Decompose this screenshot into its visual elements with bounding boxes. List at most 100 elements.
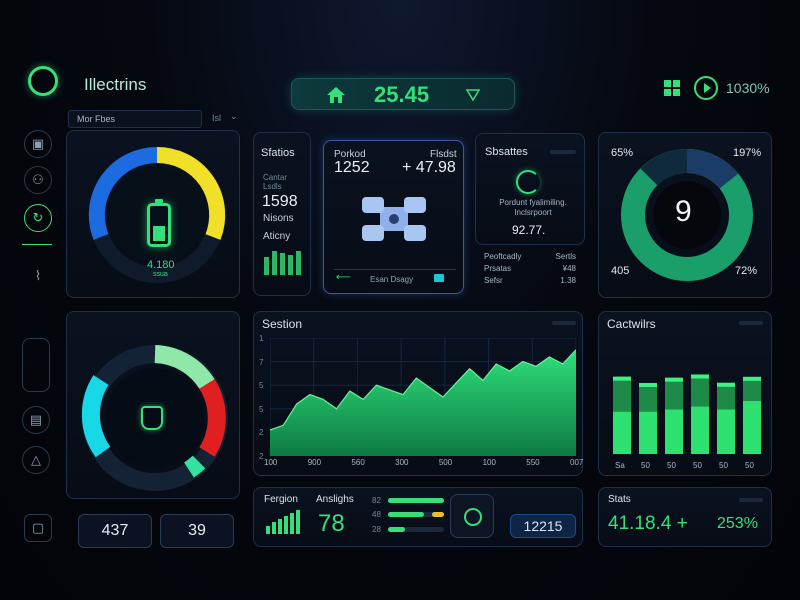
bar-x-tick: 50 [745,461,754,470]
region-sub: Anslighs [316,494,354,505]
app-title: Illectrins [84,75,147,94]
battery-gauge-sub: ssua [153,271,168,278]
area-x-tick: 500 [438,458,453,467]
sidebar-item-settings[interactable]: ▢ [24,514,52,542]
area-y-tick: 5 [259,404,264,414]
region-row-label: 28 [372,525,381,534]
region-row-label: 82 [372,496,381,505]
bar-segment-bottom [691,406,709,454]
bar-segment-top [613,376,631,412]
metric-chip-left[interactable]: 437 [78,514,152,548]
users-icon: ⚇ [32,172,44,187]
center-footer-marker [434,274,444,282]
center-footer-label: Esan Dsagy [370,275,414,284]
service-title: Sfatios [261,147,295,159]
header-value-pill[interactable]: 25.45 [291,78,515,110]
area-series-fill [270,349,576,456]
area-y-tick: 2 [259,452,264,461]
calendar-icon: ▣ [31,136,45,151]
service-panel: Sfatios Cantar Lsdls 1598 Nisons Aticny [253,132,311,296]
area-chart-panel: Sestion 1 7 5 5 2 2 100 900 560 300 500 100 550 007 [253,311,583,476]
sidebar-item-refresh[interactable]: ↻ [24,204,52,232]
service-line2: Nisons [263,213,294,224]
chevron-down-icon[interactable] [466,89,480,101]
center-panel[interactable]: Porkod Flsdst 1252 + 47.98 ⟵ Esan Dsagy [323,140,464,294]
area-x-tick: 100 [482,458,496,467]
area-chart [270,338,576,456]
settings-icon: ▢ [31,520,45,535]
play-icon[interactable] [694,76,718,100]
battery-gauge-panel: 4.180 ssua [66,130,240,298]
bar-cap [717,382,735,387]
area-x-tick: 550 [526,458,540,467]
area-y-tick: 5 [259,381,264,391]
stats-title: Stats [608,494,631,505]
bar-x-tick: 50 [719,461,728,470]
donut-label-tl: 65% [611,147,634,159]
status-row: Prsatas ¥48 [484,264,576,273]
stats-tag [739,498,763,502]
filter-dropdown-label: Mor Fbes [77,114,116,124]
bar-chart-tag [739,321,763,325]
status-title: Sbsattes [485,146,528,158]
sidebar-item-alert[interactable]: △ [22,446,50,474]
status-row: Peoftcadly Sertls [484,252,576,261]
area-x-tick: 100 [264,458,278,467]
area-x-tick: 560 [351,458,365,467]
header-percent: 1030% [726,80,770,96]
filter-dropdown[interactable]: Mor Fbes [68,110,202,128]
bar-x-tick: 50 [667,461,676,470]
bar-segment-bottom [717,409,735,454]
status-panel: Sbsattes Pordunt fyalimiling. Inclsrpoor… [475,133,585,245]
grid-icon[interactable] [664,80,680,96]
arrow-left-icon[interactable]: ⟵ [336,272,350,283]
service-sub-label: Cantar Lsdls [263,173,288,191]
bar-x-tick: 50 [693,461,702,470]
center-value-right: + 47.98 [402,159,456,176]
region-panel: Fergion Anslighs 78 82 48 28 12215 [253,487,583,547]
bar-segment-bottom [743,401,761,454]
center-value-left: 1252 [334,159,370,176]
hand-icon [141,406,163,430]
map-icon: ⌇ [34,268,42,283]
bar-x-tick: 50 [641,461,650,470]
bar-cap [665,377,683,382]
area-x-tick: 300 [395,458,409,467]
area-chart-title: Sestion [262,317,303,331]
stats-panel: Stats 41.18.4 + 253% [598,487,772,547]
bar-chart-title: Cactwilrs [607,317,656,331]
sidebar-item-users[interactable]: ⚇ [24,166,52,194]
area-x-tick: 007 [570,458,584,467]
area-x-ticks: 100 900 560 300 500 100 550 007 [264,458,583,470]
donut-label-br: 72% [735,265,758,277]
bar-segment-bottom [613,411,631,454]
region-badge[interactable]: 12215 [510,514,576,538]
region-row-label: 48 [372,510,381,519]
sidebar-divider [22,244,52,245]
stats-value: 41.18.4 + [608,513,688,534]
bar-segment-top [691,374,709,407]
bar-cap [743,376,761,381]
bar-segment-bottom [665,409,683,454]
sidebar-item-tools[interactable]: ▤ [22,406,50,434]
donut-label-tr: 197% [733,147,762,159]
app-logo-icon [28,66,58,96]
header-value: 25.45 [374,82,430,107]
area-x-tick: 900 [307,458,322,467]
battery-gauge-value: 4.180 [147,259,175,271]
sidebar-item-calendar[interactable]: ▣ [24,130,52,158]
bar-chart-panel: Cactwilrs Sa 50 50 50 50 50 [598,311,772,476]
status-tag [550,150,576,154]
donut-panel: 9 65% 197% 405 72% [598,132,772,298]
sync-icon [516,170,540,194]
bar-chart [613,374,761,454]
home-icon [327,87,345,103]
metric-chip-right[interactable]: 39 [160,514,234,548]
region-title: Fergion [264,494,298,505]
bar-cap [613,376,631,381]
region-scan-button[interactable] [450,494,494,538]
tools-icon: ▤ [29,412,43,427]
sidebar-item-map[interactable]: ⌇ [24,262,52,290]
area-y-tick: 1 [259,334,264,343]
chevron-down-icon[interactable]: ⌄ [230,111,238,122]
